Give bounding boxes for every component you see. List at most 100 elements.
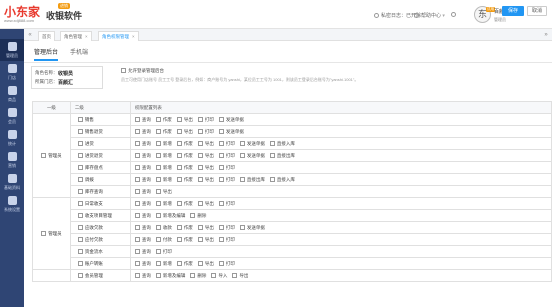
sidebar-item-marketing[interactable]: 营销 bbox=[0, 149, 24, 171]
permission-option[interactable]: 查询 bbox=[134, 140, 151, 147]
level2-checkbox[interactable] bbox=[77, 128, 83, 134]
permission-option[interactable]: 导出 bbox=[197, 164, 214, 171]
permission-option[interactable]: 查询 bbox=[134, 248, 151, 255]
permission-checkbox[interactable] bbox=[232, 272, 238, 278]
permission-option[interactable]: 导出 bbox=[232, 272, 248, 279]
permission-checkbox[interactable] bbox=[134, 140, 140, 146]
permission-checkbox[interactable] bbox=[134, 212, 140, 218]
level2-checkbox[interactable] bbox=[77, 116, 83, 122]
permission-checkbox[interactable] bbox=[155, 236, 161, 242]
permission-option[interactable]: 打印 bbox=[197, 116, 214, 123]
sidebar-item-admin[interactable]: 管理员 bbox=[0, 39, 24, 61]
level2-checkbox[interactable] bbox=[77, 188, 83, 194]
permission-option[interactable]: 新增 bbox=[155, 260, 172, 267]
permission-checkbox[interactable] bbox=[155, 200, 161, 206]
permission-checkbox[interactable] bbox=[134, 128, 140, 134]
permission-checkbox[interactable] bbox=[218, 260, 224, 266]
permission-checkbox[interactable] bbox=[218, 140, 224, 146]
permission-checkbox[interactable] bbox=[155, 260, 161, 266]
permission-checkbox[interactable] bbox=[269, 152, 275, 158]
permission-checkbox[interactable] bbox=[155, 248, 161, 254]
tab-home[interactable]: 首页 bbox=[38, 31, 55, 41]
permission-option[interactable]: 查询 bbox=[134, 212, 151, 219]
permission-option[interactable]: 作废 bbox=[176, 164, 193, 171]
level2-checkbox[interactable] bbox=[77, 212, 83, 218]
permission-option[interactable]: 打印 bbox=[218, 140, 235, 147]
sidebar-item-store[interactable]: 门店 bbox=[0, 61, 24, 83]
level2-checkbox[interactable] bbox=[77, 236, 83, 242]
level2-checkbox[interactable] bbox=[77, 200, 83, 206]
permission-option[interactable]: 打印 bbox=[218, 176, 235, 183]
permission-option[interactable]: 作废 bbox=[176, 176, 193, 183]
permission-option[interactable]: 发送单据 bbox=[218, 116, 244, 123]
cancel-button[interactable]: 取消 bbox=[527, 6, 547, 16]
permission-option[interactable]: 导入 bbox=[211, 272, 227, 279]
level2-checkbox[interactable] bbox=[77, 260, 83, 266]
permission-checkbox[interactable] bbox=[176, 140, 182, 146]
permission-checkbox[interactable] bbox=[218, 128, 224, 134]
permission-checkbox[interactable] bbox=[239, 140, 245, 146]
level1-checkbox[interactable] bbox=[41, 230, 47, 236]
save-button[interactable]: 保存 bbox=[502, 6, 524, 16]
permission-option[interactable]: 删除 bbox=[190, 212, 206, 219]
permission-option[interactable]: 作废 bbox=[176, 260, 193, 267]
permission-checkbox[interactable] bbox=[176, 152, 182, 158]
permission-checkbox[interactable] bbox=[239, 176, 245, 182]
permission-option[interactable]: 作废 bbox=[176, 152, 193, 159]
permission-checkbox[interactable] bbox=[176, 200, 182, 206]
permission-option[interactable]: 直接出库 bbox=[239, 176, 265, 183]
permission-option[interactable]: 导出 bbox=[197, 260, 214, 267]
permission-checkbox[interactable] bbox=[134, 176, 140, 182]
permission-checkbox[interactable] bbox=[190, 272, 196, 278]
permission-option[interactable]: 打印 bbox=[218, 260, 235, 267]
level2-checkbox[interactable] bbox=[77, 164, 83, 170]
permission-option[interactable]: 作废 bbox=[176, 236, 193, 243]
permission-option[interactable]: 打印 bbox=[218, 200, 235, 207]
permission-option[interactable]: 查询 bbox=[134, 224, 151, 231]
permission-option[interactable]: 打印 bbox=[218, 236, 235, 243]
permission-option[interactable]: 打印 bbox=[218, 164, 235, 171]
permission-checkbox[interactable] bbox=[155, 188, 161, 194]
permission-option[interactable]: 查询 bbox=[134, 152, 151, 159]
permission-checkbox[interactable] bbox=[134, 272, 140, 278]
allow-admin-login-checkbox[interactable] bbox=[121, 68, 126, 73]
permission-checkbox[interactable] bbox=[197, 128, 203, 134]
permission-option[interactable]: 作废 bbox=[176, 200, 193, 207]
tab-role-permission[interactable]: 角色权限管理 × bbox=[98, 31, 139, 41]
permission-checkbox[interactable] bbox=[239, 152, 245, 158]
close-icon[interactable]: × bbox=[85, 34, 88, 39]
allow-admin-login-option[interactable]: 允许登录管理后台 bbox=[121, 68, 164, 74]
permission-checkbox[interactable] bbox=[218, 224, 224, 230]
permission-checkbox[interactable] bbox=[134, 224, 140, 230]
permission-option[interactable]: 导出 bbox=[197, 140, 214, 147]
level2-checkbox[interactable] bbox=[77, 152, 83, 158]
permission-option[interactable]: 发送单据 bbox=[218, 128, 244, 135]
permission-checkbox[interactable] bbox=[155, 176, 161, 182]
permission-checkbox[interactable] bbox=[155, 116, 161, 122]
permission-checkbox[interactable] bbox=[197, 200, 203, 206]
permission-checkbox[interactable] bbox=[218, 176, 224, 182]
subtab-admin[interactable]: 管理后台 bbox=[34, 47, 59, 61]
permission-checkbox[interactable] bbox=[134, 152, 140, 158]
tab-prev-icon[interactable]: « bbox=[26, 31, 34, 39]
subtab-mobile[interactable]: 手机端 bbox=[70, 47, 88, 56]
close-icon[interactable]: × bbox=[132, 34, 135, 39]
permission-checkbox[interactable] bbox=[134, 164, 140, 170]
tab-role-management[interactable]: 角色管理 × bbox=[60, 31, 92, 41]
permission-checkbox[interactable] bbox=[197, 164, 203, 170]
level2-checkbox[interactable] bbox=[77, 176, 83, 182]
permission-checkbox[interactable] bbox=[197, 152, 203, 158]
sidebar-item-settings[interactable]: 系统设置 bbox=[0, 193, 24, 215]
permission-checkbox[interactable] bbox=[155, 224, 161, 230]
sidebar-item-basic-data[interactable]: 基础资料 bbox=[0, 171, 24, 193]
permission-option[interactable]: 直接入库 bbox=[269, 140, 295, 147]
permission-checkbox[interactable] bbox=[218, 200, 224, 206]
permission-checkbox[interactable] bbox=[134, 116, 140, 122]
permission-checkbox[interactable] bbox=[269, 140, 275, 146]
permission-option[interactable]: 新增及编辑 bbox=[155, 272, 185, 279]
permission-checkbox[interactable] bbox=[197, 260, 203, 266]
permission-option[interactable]: 付款 bbox=[155, 236, 172, 243]
permission-checkbox[interactable] bbox=[190, 212, 196, 218]
permission-option[interactable]: 导出 bbox=[176, 128, 193, 135]
permission-checkbox[interactable] bbox=[155, 212, 161, 218]
